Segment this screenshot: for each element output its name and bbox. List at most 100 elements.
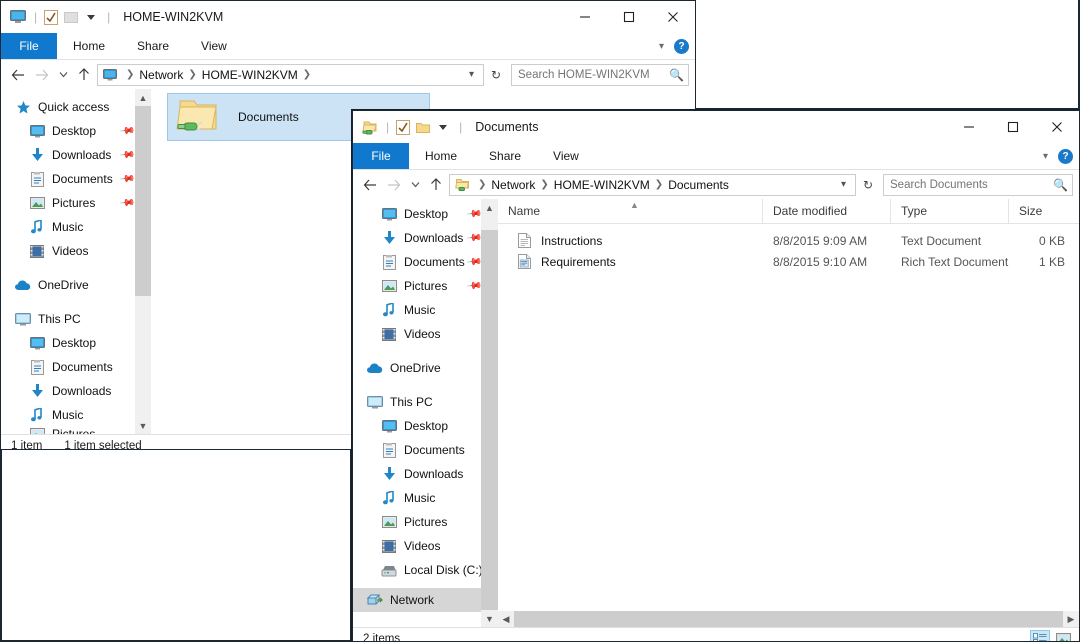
up-button[interactable]: [73, 64, 95, 86]
back-button[interactable]: [7, 64, 29, 86]
window1-quick-access-toolbar[interactable]: | |: [1, 8, 115, 26]
scroll-thumb[interactable]: [135, 106, 151, 296]
window2-nav-scrollbar[interactable]: ▲ ▼: [481, 199, 498, 627]
cell-name[interactable]: Requirements: [498, 253, 763, 270]
address-dropdown-icon[interactable]: ▾: [836, 179, 851, 190]
column-header-type[interactable]: Type: [891, 199, 1009, 223]
scroll-track[interactable]: [514, 611, 1063, 627]
search-box[interactable]: 🔍: [511, 63, 689, 86]
sidebar-item-downloads[interactable]: Downloads 📌: [353, 226, 498, 250]
sidebar-item-pictures-pc[interactable]: Pictures: [353, 510, 498, 534]
sidebar-item-documents[interactable]: Documents 📌: [353, 250, 498, 274]
window2-address-row[interactable]: ❯ Network ❯ HOME-WIN2KVM ❯ Documents ▾ ↻…: [353, 170, 1079, 199]
window1-ribbon-right[interactable]: ▾ ?: [659, 33, 689, 59]
table-row[interactable]: Instructions 8/8/2015 9:09 AM Text Docum…: [498, 230, 1079, 251]
sidebar-item-music-pc[interactable]: Music: [353, 486, 498, 510]
scroll-thumb[interactable]: [481, 230, 498, 610]
up-button[interactable]: [425, 174, 447, 196]
scroll-down-arrow[interactable]: ▼: [481, 610, 498, 627]
pin-icon[interactable]: 📌: [465, 254, 482, 270]
pin-icon[interactable]: 📌: [465, 206, 482, 222]
tab-file[interactable]: File: [353, 143, 409, 169]
sidebar-item-downloads-pc[interactable]: Downloads: [353, 462, 498, 486]
column-header-name[interactable]: Name ▲: [498, 199, 763, 223]
address-bar[interactable]: ❯ Network ❯ HOME-WIN2KVM ❯ Documents ▾: [449, 173, 856, 196]
sidebar-item-onedrive[interactable]: OneDrive: [1, 273, 151, 297]
window2-ribbon-right[interactable]: ▾ ?: [1043, 143, 1073, 169]
window2-navigation-pane[interactable]: Desktop 📌 Downloads 📌 Documents 📌 Pictur…: [353, 199, 498, 627]
pin-icon[interactable]: 📌: [118, 147, 135, 163]
sidebar-item-pictures[interactable]: Pictures 📌: [1, 191, 151, 215]
breadcrumb-network[interactable]: Network: [139, 68, 183, 82]
scroll-left-arrow[interactable]: ◀: [498, 611, 514, 627]
tab-view[interactable]: View: [185, 33, 243, 59]
scroll-track[interactable]: [135, 106, 151, 417]
close-button[interactable]: [651, 1, 695, 33]
column-headers[interactable]: Name ▲ Date modified Type Size: [498, 199, 1079, 224]
view-mode-buttons[interactable]: [1030, 628, 1073, 641]
window2-ribbon[interactable]: File Home Share View ▾ ?: [353, 143, 1079, 170]
pin-icon[interactable]: 📌: [465, 278, 482, 294]
sidebar-item-this-pc[interactable]: This PC: [353, 390, 498, 414]
scroll-up-arrow[interactable]: ▲: [135, 89, 151, 106]
scroll-down-arrow[interactable]: ▼: [135, 417, 151, 434]
recent-locations-icon[interactable]: [55, 64, 71, 86]
tab-home[interactable]: Home: [57, 33, 121, 59]
sidebar-item-documents-pc[interactable]: Documents: [353, 438, 498, 462]
maximize-button[interactable]: [607, 1, 651, 33]
chevron-down-icon[interactable]: ▾: [1043, 151, 1048, 162]
sidebar-item-documents[interactable]: Documents 📌: [1, 167, 151, 191]
sidebar-item-this-pc[interactable]: This PC: [1, 307, 151, 331]
pin-icon[interactable]: 📌: [118, 171, 135, 187]
sidebar-item-pictures[interactable]: Pictures 📌: [353, 274, 498, 298]
window1-navigation-pane[interactable]: Quick access Desktop 📌 Downloads 📌 Docum…: [1, 89, 151, 434]
cell-name[interactable]: Instructions: [498, 232, 763, 249]
maximize-button[interactable]: [991, 111, 1035, 143]
customize-dropdown-icon[interactable]: [434, 118, 452, 136]
window2-quick-access-toolbar[interactable]: | |: [353, 118, 467, 136]
forward-button[interactable]: [31, 64, 53, 86]
sidebar-item-desktop-pc[interactable]: Desktop: [1, 331, 151, 355]
chevron-down-icon[interactable]: ▾: [659, 41, 664, 52]
sidebar-item-onedrive[interactable]: OneDrive: [353, 356, 498, 380]
window1-titlebar[interactable]: | | HOME-WIN2KVM: [1, 1, 695, 33]
window1-ribbon[interactable]: File Home Share View ▾ ?: [1, 33, 695, 60]
window1-window-controls[interactable]: [563, 1, 695, 33]
forward-button[interactable]: [383, 174, 405, 196]
explorer-window-documents[interactable]: | | Documents File Home Share View ▾ ? ❯…: [352, 110, 1080, 642]
window1-nav-scrollbar[interactable]: ▲ ▼: [135, 89, 151, 434]
properties-icon[interactable]: [394, 118, 412, 136]
search-input[interactable]: [516, 67, 668, 82]
back-button[interactable]: [359, 174, 381, 196]
pin-icon[interactable]: 📌: [118, 195, 135, 211]
sidebar-item-pictures-pc[interactable]: Pictures: [1, 427, 151, 434]
breadcrumb-network[interactable]: Network: [491, 178, 535, 192]
sidebar-item-network[interactable]: Network: [353, 588, 498, 612]
column-header-size[interactable]: Size: [1009, 199, 1079, 223]
tab-file[interactable]: File: [1, 33, 57, 59]
details-view-button[interactable]: [1030, 630, 1050, 641]
sidebar-item-videos[interactable]: Videos: [1, 239, 151, 263]
address-bar[interactable]: ❯ Network ❯ HOME-WIN2KVM ❯ ▾: [97, 63, 484, 86]
pin-icon[interactable]: 📌: [465, 230, 482, 246]
scroll-thumb[interactable]: [514, 611, 1063, 627]
new-folder-icon[interactable]: [62, 8, 80, 26]
sidebar-item-documents-pc[interactable]: Documents: [1, 355, 151, 379]
sidebar-item-music-pc[interactable]: Music: [1, 403, 151, 427]
breadcrumb-host[interactable]: HOME-WIN2KVM: [554, 178, 650, 192]
help-icon[interactable]: ?: [1058, 148, 1073, 164]
search-icon[interactable]: 🔍: [669, 68, 684, 82]
sidebar-item-music[interactable]: Music: [353, 298, 498, 322]
sidebar-item-downloads[interactable]: Downloads 📌: [1, 143, 151, 167]
minimize-button[interactable]: [947, 111, 991, 143]
tab-share[interactable]: Share: [121, 33, 185, 59]
address-dropdown-icon[interactable]: ▾: [464, 69, 479, 80]
recent-locations-icon[interactable]: [407, 174, 423, 196]
tab-home[interactable]: Home: [409, 143, 473, 169]
search-icon[interactable]: 🔍: [1053, 178, 1068, 192]
help-icon[interactable]: ?: [674, 38, 689, 54]
customize-dropdown-icon[interactable]: [82, 8, 100, 26]
sidebar-item-downloads-pc[interactable]: Downloads: [1, 379, 151, 403]
scroll-track[interactable]: [481, 216, 498, 610]
minimize-button[interactable]: [563, 1, 607, 33]
